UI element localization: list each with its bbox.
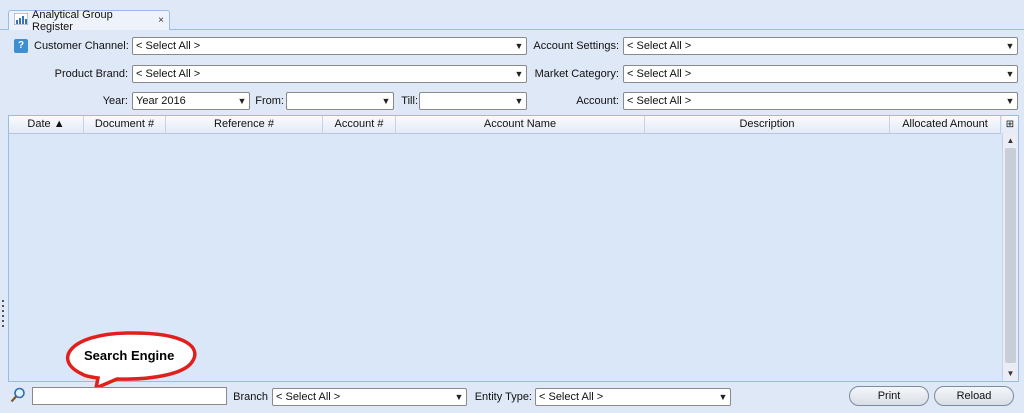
branch-value: < Select All > xyxy=(276,391,341,403)
column-document[interactable]: Document # xyxy=(84,116,166,133)
from-date-picker[interactable]: ▼ xyxy=(286,92,394,110)
column-account-name[interactable]: Account Name xyxy=(396,116,645,133)
scroll-down-icon[interactable]: ▼ xyxy=(1004,367,1017,380)
tab-analytical-group-register[interactable]: Analytical Group Register × xyxy=(8,8,170,33)
product-brand-select[interactable]: < Select All > ▼ xyxy=(132,65,527,83)
scroll-up-icon[interactable]: ▲ xyxy=(1004,134,1017,147)
entity-type-label: Entity Type: xyxy=(474,391,532,403)
scroll-thumb[interactable] xyxy=(1005,148,1016,363)
column-allocated-amount[interactable]: Allocated Amount xyxy=(890,116,1001,133)
search-engine-annotation: Search Engine xyxy=(84,348,175,363)
account-settings-value: < Select All > xyxy=(627,40,692,52)
customer-channel-value: < Select All > xyxy=(136,40,201,52)
from-label: From: xyxy=(255,95,284,107)
close-icon[interactable]: × xyxy=(158,15,164,26)
chevron-down-icon: ▼ xyxy=(718,392,728,402)
vertical-scrollbar[interactable]: ▲ ▼ xyxy=(1002,133,1018,381)
product-brand-value: < Select All > xyxy=(136,68,201,80)
entity-type-select[interactable]: < Select All > ▼ xyxy=(535,388,731,406)
search-input[interactable] xyxy=(32,387,227,405)
grid-header: Date ▲ Document # Reference # Account # … xyxy=(9,116,1001,134)
account-label: Account: xyxy=(576,95,619,107)
year-value: Year 2016 xyxy=(136,95,186,107)
chevron-down-icon: ▼ xyxy=(1005,96,1015,106)
chevron-down-icon: ▼ xyxy=(1005,41,1015,51)
till-label: Till: xyxy=(401,95,418,107)
entity-type-value: < Select All > xyxy=(539,391,604,403)
column-date[interactable]: Date ▲ xyxy=(9,116,84,133)
search-icon[interactable] xyxy=(10,387,26,403)
account-select[interactable]: < Select All > ▼ xyxy=(623,92,1018,110)
column-description[interactable]: Description xyxy=(645,116,890,133)
chevron-down-icon: ▼ xyxy=(1005,69,1015,79)
year-label: Year: xyxy=(102,95,128,107)
account-settings-label: Account Settings: xyxy=(533,40,619,52)
tab-title: Analytical Group Register xyxy=(32,8,113,33)
market-category-value: < Select All > xyxy=(627,68,692,80)
chevron-down-icon: ▼ xyxy=(514,96,524,106)
product-brand-label: Product Brand: xyxy=(54,68,128,80)
market-category-label: Market Category: xyxy=(534,68,619,80)
chevron-down-icon: ▼ xyxy=(381,96,391,106)
chevron-down-icon: ▼ xyxy=(454,392,464,402)
customer-channel-label: Customer Channel: xyxy=(34,40,129,52)
chevron-down-icon: ▼ xyxy=(514,41,524,51)
reload-button[interactable]: Reload xyxy=(934,386,1014,406)
year-select[interactable]: Year 2016 ▼ xyxy=(132,92,250,110)
print-button[interactable]: Print xyxy=(849,386,929,406)
account-settings-select[interactable]: < Select All > ▼ xyxy=(623,37,1018,55)
till-date-picker[interactable]: ▼ xyxy=(419,92,527,110)
column-reference[interactable]: Reference # xyxy=(166,116,323,133)
column-chooser-icon[interactable]: ⊞ xyxy=(1002,116,1018,133)
chevron-down-icon: ▼ xyxy=(514,69,524,79)
chart-icon xyxy=(13,12,29,28)
branch-label: Branch xyxy=(233,391,268,403)
branch-select[interactable]: < Select All > ▼ xyxy=(272,388,467,406)
chevron-down-icon: ▼ xyxy=(237,96,247,106)
market-category-select[interactable]: < Select All > ▼ xyxy=(623,65,1018,83)
column-account-number[interactable]: Account # xyxy=(323,116,396,133)
customer-channel-select[interactable]: < Select All > ▼ xyxy=(132,37,527,55)
splitter-handle[interactable] xyxy=(2,300,5,330)
account-value: < Select All > xyxy=(627,95,692,107)
help-icon[interactable]: ? xyxy=(14,39,28,53)
